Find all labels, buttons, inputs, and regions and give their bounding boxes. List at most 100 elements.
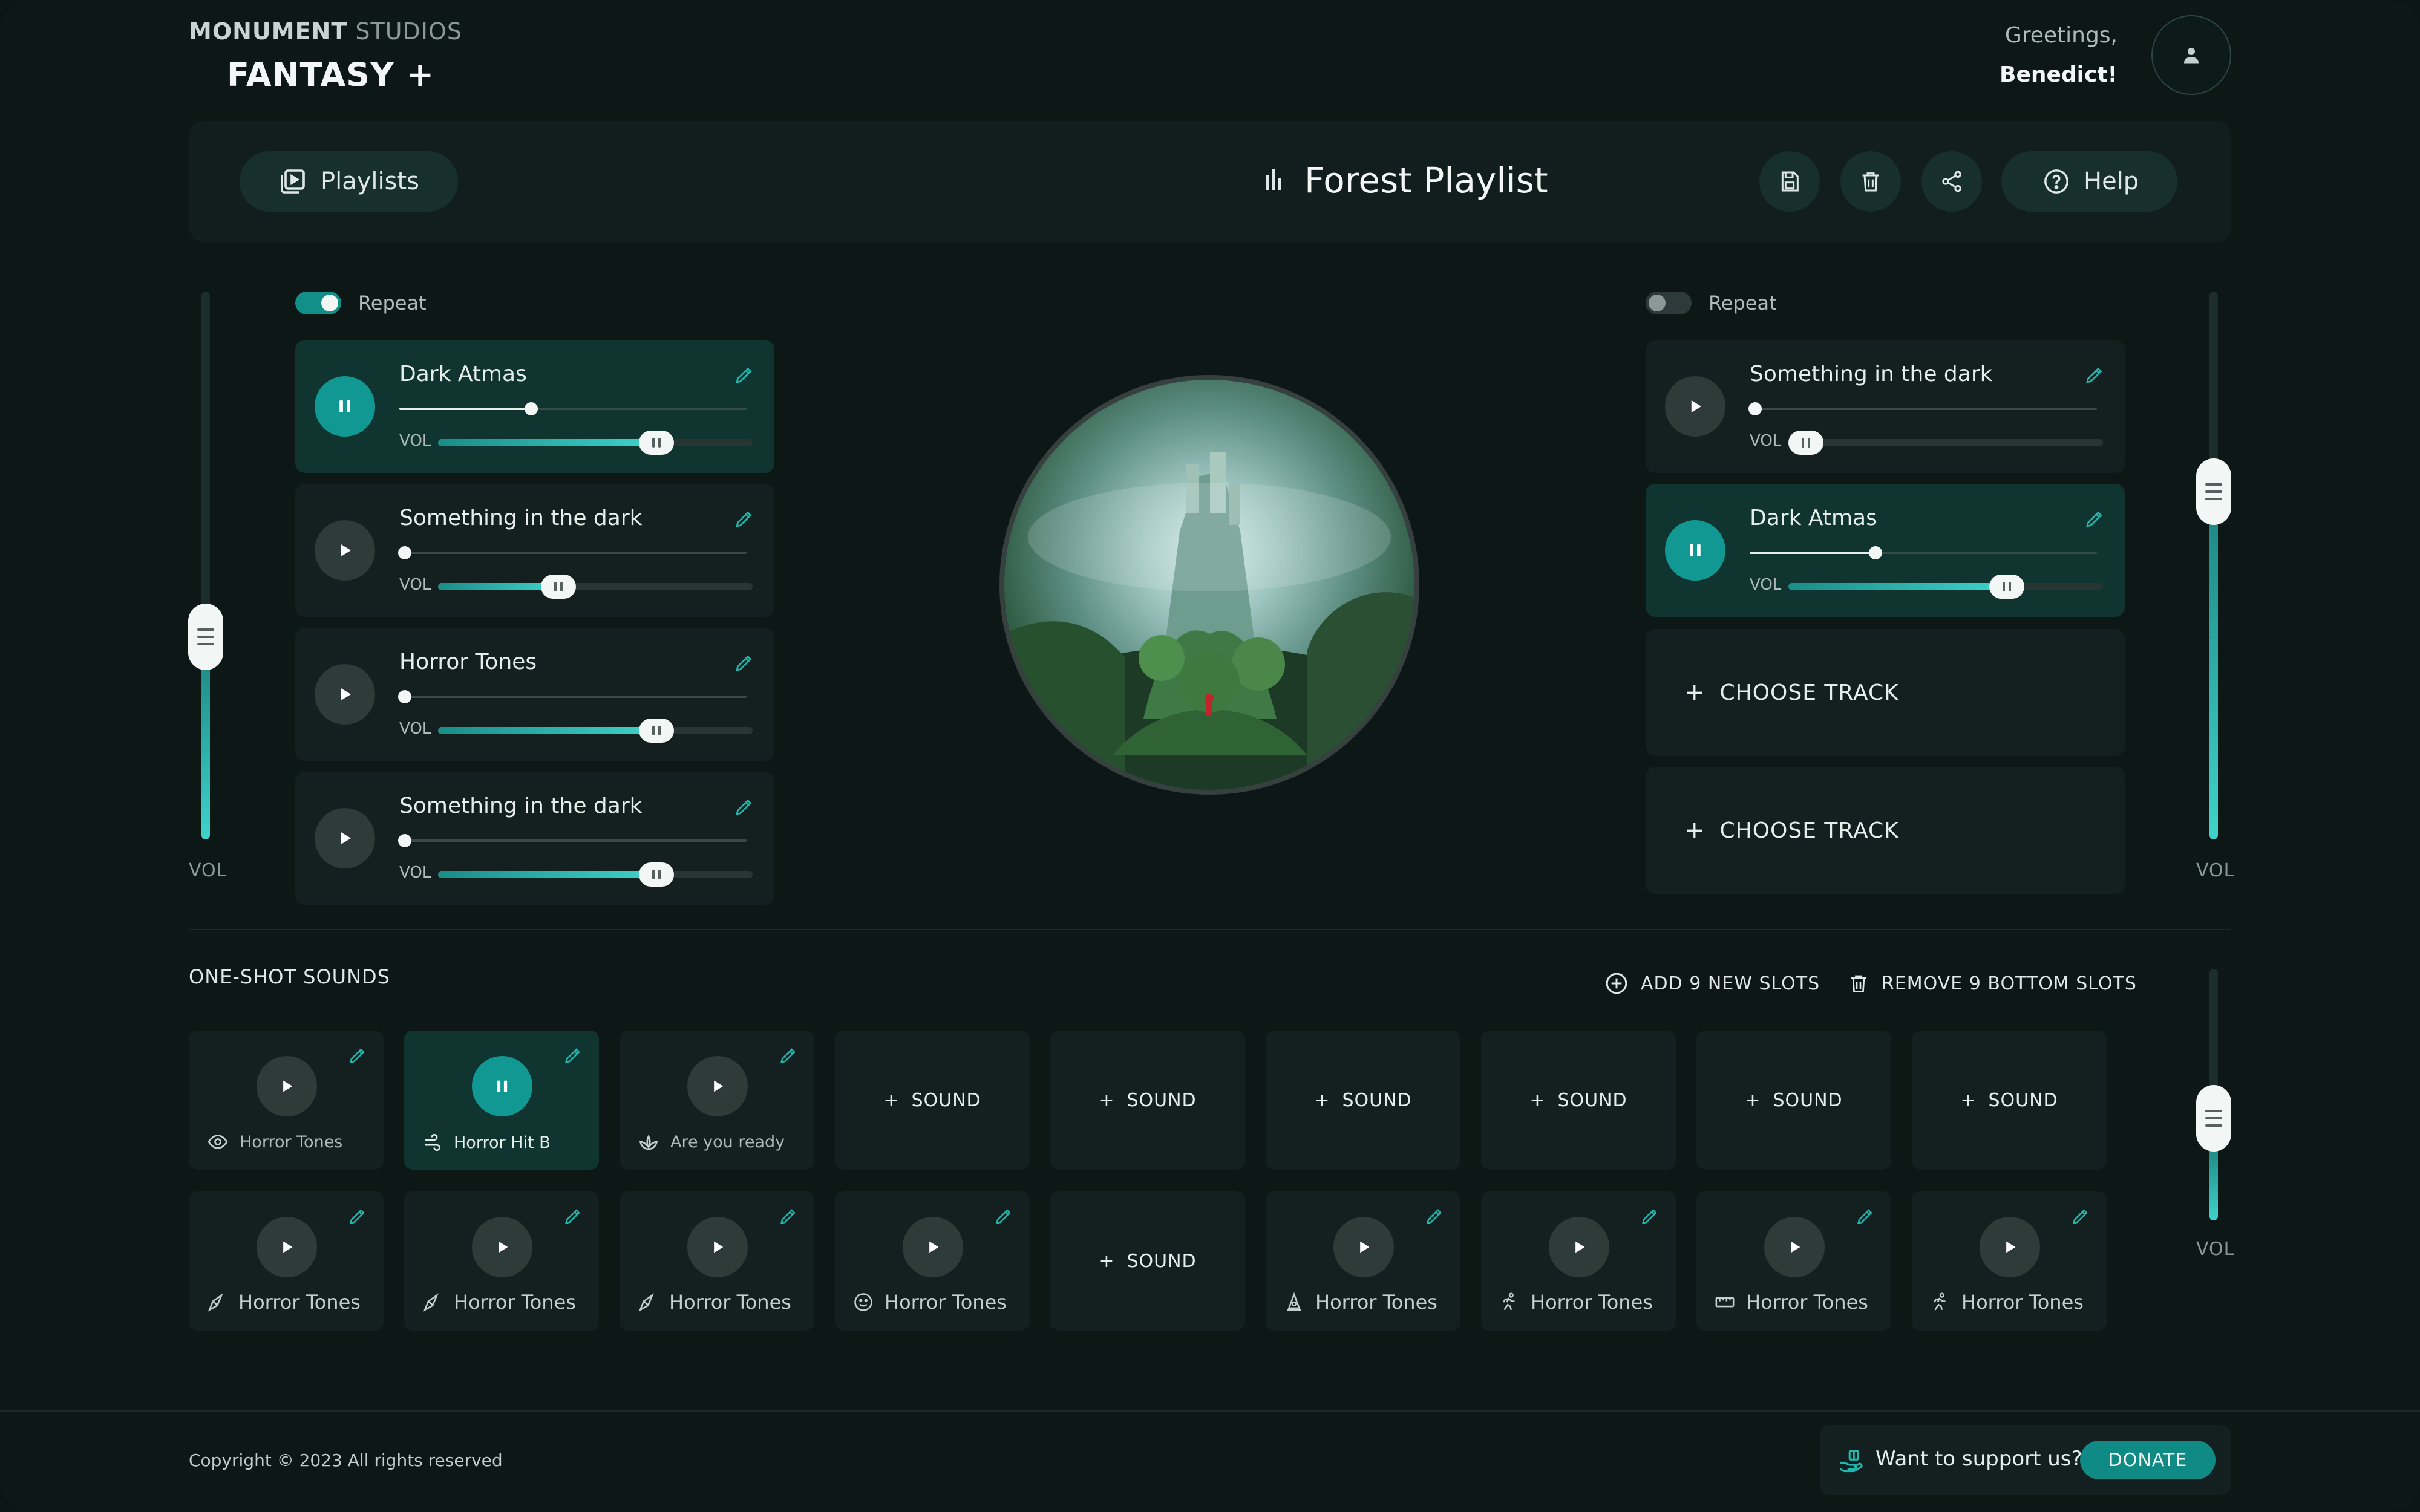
track-progress-thumb[interactable] xyxy=(1869,546,1882,559)
avatar[interactable] xyxy=(2151,15,2231,95)
plus-icon: + xyxy=(1314,1089,1330,1111)
horn-icon xyxy=(638,1293,654,1312)
track-volume-slider[interactable] xyxy=(438,719,753,743)
add-slots-button[interactable]: ADD 9 NEW SLOTS xyxy=(1604,971,1820,996)
track-progress-thumb[interactable] xyxy=(398,690,411,703)
track-progress-slider[interactable] xyxy=(1750,546,2097,559)
one-shot-volume-thumb[interactable] xyxy=(2196,1085,2231,1152)
pencil-icon xyxy=(2086,367,2102,383)
pause-button[interactable] xyxy=(472,1056,532,1116)
track-volume-slider[interactable] xyxy=(438,431,753,455)
edit-sound-button[interactable] xyxy=(778,1045,799,1068)
edit-sound-button[interactable] xyxy=(1855,1206,1876,1229)
help-button[interactable]: Help xyxy=(2001,151,2178,212)
play-button[interactable] xyxy=(257,1217,317,1277)
add-sound-slot[interactable]: + SOUND xyxy=(1481,1031,1676,1170)
play-button[interactable] xyxy=(1764,1217,1825,1277)
edit-track-button[interactable] xyxy=(733,508,755,532)
edit-sound-button[interactable] xyxy=(2070,1206,2091,1229)
track-volume-thumb[interactable] xyxy=(639,862,674,887)
delete-button[interactable] xyxy=(1840,151,1901,212)
left-master-volume-thumb[interactable] xyxy=(188,604,223,670)
play-button[interactable] xyxy=(687,1217,748,1277)
edit-track-button[interactable] xyxy=(733,364,755,388)
edit-track-button[interactable] xyxy=(733,652,755,676)
left-repeat-switch[interactable] xyxy=(295,292,341,314)
track-volume-thumb[interactable] xyxy=(541,575,576,599)
track-progress-thumb[interactable] xyxy=(398,834,411,847)
play-button[interactable] xyxy=(1665,376,1725,437)
track-progress-slider[interactable] xyxy=(398,546,747,559)
add-sound-slot[interactable]: + SOUND xyxy=(1912,1031,2107,1170)
track-volume-slider[interactable] xyxy=(1788,431,2103,455)
play-button[interactable] xyxy=(1549,1217,1609,1277)
track-progress-slider[interactable] xyxy=(1748,402,2097,415)
right-repeat-switch[interactable] xyxy=(1646,292,1692,314)
edit-sound-button[interactable] xyxy=(347,1206,368,1229)
play-button[interactable] xyxy=(1980,1217,2040,1277)
play-button[interactable] xyxy=(315,808,375,868)
left-repeat-toggle[interactable]: Repeat xyxy=(295,292,427,314)
right-master-volume-slider[interactable] xyxy=(2209,292,2218,839)
remove-slots-button[interactable]: REMOVE 9 BOTTOM SLOTS xyxy=(1848,971,2137,996)
horn-icon xyxy=(423,1293,439,1312)
play-icon xyxy=(1360,1241,1370,1253)
edit-track-button[interactable] xyxy=(733,796,755,820)
edit-sound-button[interactable] xyxy=(563,1045,583,1068)
edit-sound-button[interactable] xyxy=(563,1206,583,1229)
edit-sound-button[interactable] xyxy=(1424,1206,1445,1229)
left-master-volume-slider[interactable] xyxy=(201,292,210,839)
play-button[interactable] xyxy=(472,1217,532,1277)
save-button[interactable] xyxy=(1759,151,1820,212)
track-volume-slider[interactable] xyxy=(1788,575,2103,599)
play-button[interactable] xyxy=(315,664,375,725)
add-sound-slot[interactable]: + SOUND xyxy=(1696,1031,1891,1170)
greeting-text: Greetings, xyxy=(2004,23,2118,48)
play-icon xyxy=(283,1080,293,1092)
add-sound-slot[interactable]: + SOUND xyxy=(1050,1191,1245,1331)
sound-tile: Horror Tones xyxy=(1696,1191,1891,1331)
choose-track-slot[interactable]: + CHOOSE TRACK xyxy=(1646,629,2125,756)
track-volume-slider[interactable] xyxy=(438,575,753,599)
play-button[interactable] xyxy=(257,1056,317,1116)
edit-track-button[interactable] xyxy=(2084,508,2105,532)
share-button[interactable] xyxy=(1921,151,1982,212)
edit-sound-button[interactable] xyxy=(347,1045,368,1068)
playlists-button[interactable]: Playlists xyxy=(240,151,459,212)
play-button[interactable] xyxy=(687,1056,748,1116)
track-volume-slider[interactable] xyxy=(438,862,753,887)
right-master-volume-thumb[interactable] xyxy=(2196,458,2231,525)
track-progress-thumb[interactable] xyxy=(1748,402,1762,415)
play-icon xyxy=(341,544,351,556)
track-volume-thumb[interactable] xyxy=(639,431,674,455)
track-volume-label: VOL xyxy=(399,864,431,882)
track-volume-thumb[interactable] xyxy=(1788,431,1823,455)
plus-icon: + xyxy=(1099,1250,1115,1272)
sound-label: Are you ready xyxy=(638,1131,785,1153)
share-icon xyxy=(1942,171,1961,192)
track-progress-thumb[interactable] xyxy=(525,402,538,415)
track-volume-thumb[interactable] xyxy=(639,719,674,743)
track-volume-thumb[interactable] xyxy=(1989,575,2024,599)
play-button[interactable] xyxy=(1333,1217,1394,1277)
edit-track-button[interactable] xyxy=(2084,364,2105,388)
edit-sound-button[interactable] xyxy=(1640,1206,1660,1229)
play-button[interactable] xyxy=(315,520,375,581)
track-progress-thumb[interactable] xyxy=(398,546,411,559)
help-label: Help xyxy=(2084,168,2139,195)
pause-button[interactable] xyxy=(315,376,375,437)
pause-button[interactable] xyxy=(1665,520,1725,581)
track-progress-slider[interactable] xyxy=(398,690,747,703)
edit-sound-button[interactable] xyxy=(778,1206,799,1229)
track-progress-slider[interactable] xyxy=(398,834,747,847)
playlists-label: Playlists xyxy=(321,168,420,195)
edit-sound-button[interactable] xyxy=(993,1206,1014,1229)
play-button[interactable] xyxy=(903,1217,963,1277)
add-sound-slot[interactable]: + SOUND xyxy=(835,1031,1030,1170)
add-sound-slot[interactable]: + SOUND xyxy=(1050,1031,1245,1170)
right-repeat-toggle[interactable]: Repeat xyxy=(1646,292,1777,314)
track-progress-slider[interactable] xyxy=(399,402,747,415)
choose-track-slot[interactable]: + CHOOSE TRACK xyxy=(1646,767,2125,894)
donate-button[interactable]: DONATE xyxy=(2080,1441,2216,1479)
add-sound-slot[interactable]: + SOUND xyxy=(1266,1031,1460,1170)
